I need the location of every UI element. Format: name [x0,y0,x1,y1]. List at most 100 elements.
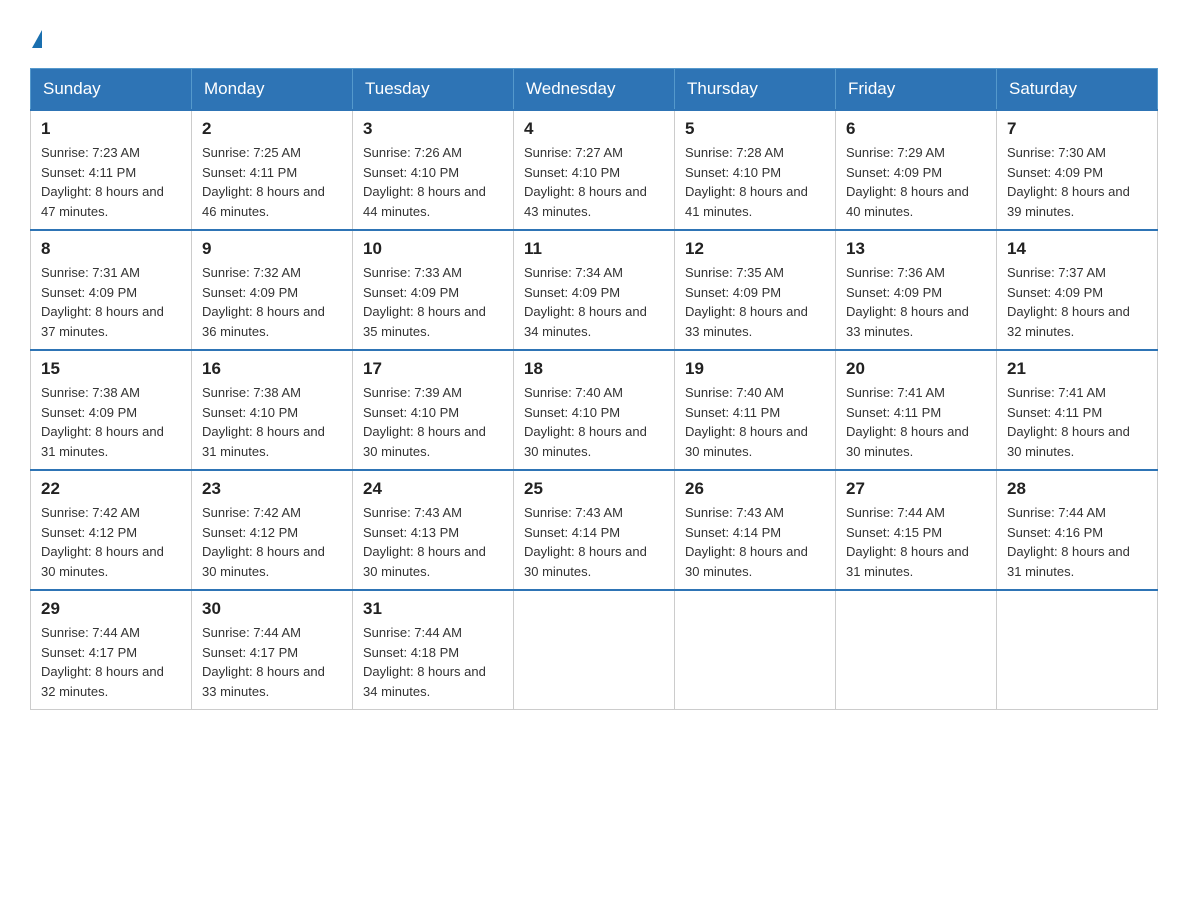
week-row-2: 8 Sunrise: 7:31 AMSunset: 4:09 PMDayligh… [31,230,1158,350]
week-row-5: 29 Sunrise: 7:44 AMSunset: 4:17 PMDaylig… [31,590,1158,710]
day-info: Sunrise: 7:40 AMSunset: 4:10 PMDaylight:… [524,383,664,461]
calendar-cell: 10 Sunrise: 7:33 AMSunset: 4:09 PMDaylig… [353,230,514,350]
col-header-sunday: Sunday [31,69,192,111]
day-info: Sunrise: 7:42 AMSunset: 4:12 PMDaylight:… [202,503,342,581]
calendar-cell: 4 Sunrise: 7:27 AMSunset: 4:10 PMDayligh… [514,110,675,230]
logo-triangle-icon [32,30,42,48]
day-number: 11 [524,239,664,259]
day-number: 10 [363,239,503,259]
col-header-wednesday: Wednesday [514,69,675,111]
logo-top-line [30,20,42,48]
day-number: 22 [41,479,181,499]
day-number: 25 [524,479,664,499]
day-number: 23 [202,479,342,499]
logo [30,20,42,48]
day-number: 12 [685,239,825,259]
col-header-tuesday: Tuesday [353,69,514,111]
day-info: Sunrise: 7:26 AMSunset: 4:10 PMDaylight:… [363,143,503,221]
day-info: Sunrise: 7:44 AMSunset: 4:18 PMDaylight:… [363,623,503,701]
calendar-cell: 11 Sunrise: 7:34 AMSunset: 4:09 PMDaylig… [514,230,675,350]
day-number: 26 [685,479,825,499]
calendar-cell: 14 Sunrise: 7:37 AMSunset: 4:09 PMDaylig… [997,230,1158,350]
calendar-cell: 17 Sunrise: 7:39 AMSunset: 4:10 PMDaylig… [353,350,514,470]
calendar-cell: 7 Sunrise: 7:30 AMSunset: 4:09 PMDayligh… [997,110,1158,230]
day-info: Sunrise: 7:44 AMSunset: 4:16 PMDaylight:… [1007,503,1147,581]
calendar-cell: 24 Sunrise: 7:43 AMSunset: 4:13 PMDaylig… [353,470,514,590]
calendar-cell: 21 Sunrise: 7:41 AMSunset: 4:11 PMDaylig… [997,350,1158,470]
calendar-cell: 12 Sunrise: 7:35 AMSunset: 4:09 PMDaylig… [675,230,836,350]
day-number: 31 [363,599,503,619]
calendar-cell: 1 Sunrise: 7:23 AMSunset: 4:11 PMDayligh… [31,110,192,230]
day-info: Sunrise: 7:43 AMSunset: 4:14 PMDaylight:… [524,503,664,581]
calendar-cell: 31 Sunrise: 7:44 AMSunset: 4:18 PMDaylig… [353,590,514,710]
calendar-cell: 15 Sunrise: 7:38 AMSunset: 4:09 PMDaylig… [31,350,192,470]
calendar-cell: 3 Sunrise: 7:26 AMSunset: 4:10 PMDayligh… [353,110,514,230]
day-number: 20 [846,359,986,379]
calendar-cell: 20 Sunrise: 7:41 AMSunset: 4:11 PMDaylig… [836,350,997,470]
calendar-cell [836,590,997,710]
calendar-cell [997,590,1158,710]
day-info: Sunrise: 7:23 AMSunset: 4:11 PMDaylight:… [41,143,181,221]
day-info: Sunrise: 7:44 AMSunset: 4:17 PMDaylight:… [41,623,181,701]
day-number: 28 [1007,479,1147,499]
calendar-cell: 27 Sunrise: 7:44 AMSunset: 4:15 PMDaylig… [836,470,997,590]
day-info: Sunrise: 7:31 AMSunset: 4:09 PMDaylight:… [41,263,181,341]
day-info: Sunrise: 7:41 AMSunset: 4:11 PMDaylight:… [846,383,986,461]
day-info: Sunrise: 7:36 AMSunset: 4:09 PMDaylight:… [846,263,986,341]
day-number: 30 [202,599,342,619]
day-number: 6 [846,119,986,139]
page-header [30,20,1158,48]
day-info: Sunrise: 7:43 AMSunset: 4:14 PMDaylight:… [685,503,825,581]
calendar-cell: 28 Sunrise: 7:44 AMSunset: 4:16 PMDaylig… [997,470,1158,590]
day-info: Sunrise: 7:35 AMSunset: 4:09 PMDaylight:… [685,263,825,341]
day-info: Sunrise: 7:25 AMSunset: 4:11 PMDaylight:… [202,143,342,221]
day-number: 14 [1007,239,1147,259]
day-info: Sunrise: 7:29 AMSunset: 4:09 PMDaylight:… [846,143,986,221]
calendar-cell [675,590,836,710]
day-info: Sunrise: 7:37 AMSunset: 4:09 PMDaylight:… [1007,263,1147,341]
day-number: 5 [685,119,825,139]
day-number: 7 [1007,119,1147,139]
day-info: Sunrise: 7:44 AMSunset: 4:15 PMDaylight:… [846,503,986,581]
calendar-cell: 6 Sunrise: 7:29 AMSunset: 4:09 PMDayligh… [836,110,997,230]
col-header-thursday: Thursday [675,69,836,111]
day-info: Sunrise: 7:38 AMSunset: 4:09 PMDaylight:… [41,383,181,461]
day-number: 24 [363,479,503,499]
day-number: 4 [524,119,664,139]
day-info: Sunrise: 7:30 AMSunset: 4:09 PMDaylight:… [1007,143,1147,221]
day-info: Sunrise: 7:41 AMSunset: 4:11 PMDaylight:… [1007,383,1147,461]
day-number: 1 [41,119,181,139]
week-row-4: 22 Sunrise: 7:42 AMSunset: 4:12 PMDaylig… [31,470,1158,590]
day-number: 17 [363,359,503,379]
calendar-cell: 19 Sunrise: 7:40 AMSunset: 4:11 PMDaylig… [675,350,836,470]
day-number: 16 [202,359,342,379]
calendar-header-row: SundayMondayTuesdayWednesdayThursdayFrid… [31,69,1158,111]
calendar-cell: 9 Sunrise: 7:32 AMSunset: 4:09 PMDayligh… [192,230,353,350]
calendar-table: SundayMondayTuesdayWednesdayThursdayFrid… [30,68,1158,710]
calendar-cell: 8 Sunrise: 7:31 AMSunset: 4:09 PMDayligh… [31,230,192,350]
calendar-cell: 22 Sunrise: 7:42 AMSunset: 4:12 PMDaylig… [31,470,192,590]
day-info: Sunrise: 7:44 AMSunset: 4:17 PMDaylight:… [202,623,342,701]
calendar-cell: 18 Sunrise: 7:40 AMSunset: 4:10 PMDaylig… [514,350,675,470]
day-info: Sunrise: 7:42 AMSunset: 4:12 PMDaylight:… [41,503,181,581]
calendar-cell: 16 Sunrise: 7:38 AMSunset: 4:10 PMDaylig… [192,350,353,470]
col-header-friday: Friday [836,69,997,111]
day-number: 8 [41,239,181,259]
day-number: 15 [41,359,181,379]
calendar-cell: 26 Sunrise: 7:43 AMSunset: 4:14 PMDaylig… [675,470,836,590]
day-number: 21 [1007,359,1147,379]
day-info: Sunrise: 7:32 AMSunset: 4:09 PMDaylight:… [202,263,342,341]
day-info: Sunrise: 7:27 AMSunset: 4:10 PMDaylight:… [524,143,664,221]
day-number: 18 [524,359,664,379]
calendar-cell: 5 Sunrise: 7:28 AMSunset: 4:10 PMDayligh… [675,110,836,230]
day-info: Sunrise: 7:43 AMSunset: 4:13 PMDaylight:… [363,503,503,581]
day-number: 2 [202,119,342,139]
day-info: Sunrise: 7:33 AMSunset: 4:09 PMDaylight:… [363,263,503,341]
calendar-cell: 23 Sunrise: 7:42 AMSunset: 4:12 PMDaylig… [192,470,353,590]
week-row-1: 1 Sunrise: 7:23 AMSunset: 4:11 PMDayligh… [31,110,1158,230]
day-number: 29 [41,599,181,619]
day-number: 3 [363,119,503,139]
day-info: Sunrise: 7:28 AMSunset: 4:10 PMDaylight:… [685,143,825,221]
week-row-3: 15 Sunrise: 7:38 AMSunset: 4:09 PMDaylig… [31,350,1158,470]
day-info: Sunrise: 7:40 AMSunset: 4:11 PMDaylight:… [685,383,825,461]
